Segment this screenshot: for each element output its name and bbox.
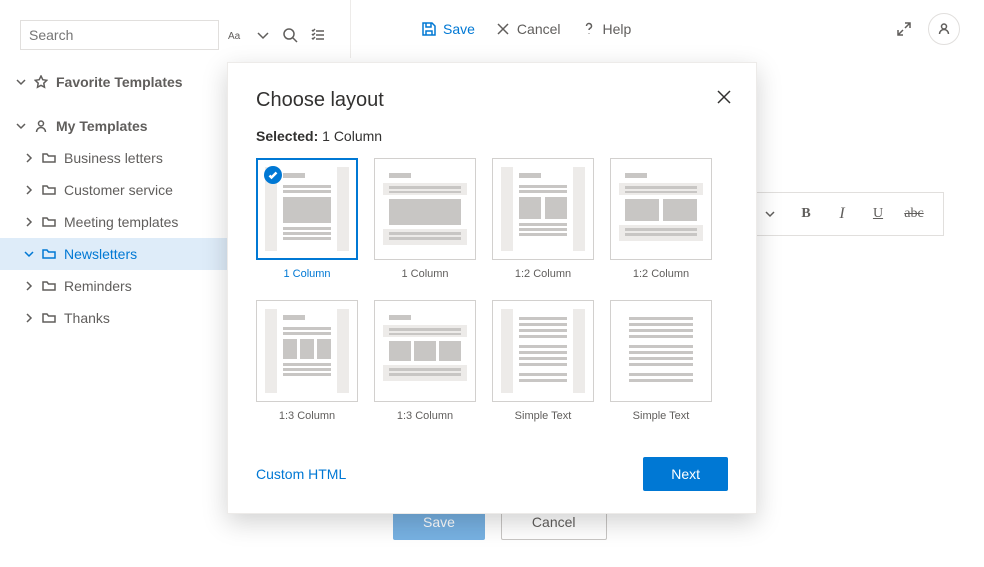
folder-icon <box>40 247 58 261</box>
chevron-right-icon <box>22 153 36 163</box>
svg-text:Aa: Aa <box>228 31 241 42</box>
chevron-down-icon <box>14 121 28 131</box>
folder-icon <box>40 215 58 229</box>
chevron-down-icon <box>22 249 36 259</box>
group-label: My Templates <box>56 118 148 134</box>
layout-label: 1 Column <box>401 268 448 280</box>
strikethrough-button[interactable]: abc <box>899 199 929 229</box>
selected-label: Selected: <box>256 128 318 144</box>
close-icon[interactable] <box>712 85 736 109</box>
star-icon <box>32 75 50 89</box>
layout-label: 1 Column <box>283 268 330 280</box>
chevron-down-icon <box>14 77 28 87</box>
expand-icon[interactable] <box>890 15 918 43</box>
modal-title: Choose layout <box>256 89 728 112</box>
person-icon <box>32 119 50 133</box>
button-label: Cancel <box>517 21 561 37</box>
tree-item-label: Thanks <box>64 310 110 326</box>
italic-button[interactable]: I <box>827 199 857 229</box>
search-input[interactable] <box>20 20 219 50</box>
selected-line: Selected: 1 Column <box>256 128 728 144</box>
layout-label: Simple Text <box>515 410 572 422</box>
chevron-right-icon <box>22 281 36 291</box>
chevron-right-icon <box>22 313 36 323</box>
folder-icon <box>40 311 58 325</box>
button-label: Save <box>443 21 475 37</box>
underline-button[interactable]: U <box>863 199 893 229</box>
font-size-icon[interactable]: Aa <box>223 21 247 49</box>
search-icon[interactable] <box>279 21 303 49</box>
tree-item-label: Customer service <box>64 182 173 198</box>
settings-list-icon[interactable] <box>306 21 330 49</box>
layout-option-1-column-a[interactable]: 1 Column <box>256 158 358 280</box>
next-button[interactable]: Next <box>643 457 728 491</box>
layout-label: 1:2 Column <box>515 268 571 280</box>
custom-html-link[interactable]: Custom HTML <box>256 466 346 482</box>
tree-item-label: Meeting templates <box>64 214 178 230</box>
account-icon[interactable] <box>928 13 960 45</box>
save-button[interactable]: Save <box>411 17 485 41</box>
layout-option-1-2-column-a[interactable]: 1:2 Column <box>492 158 594 280</box>
tree-item-label: Reminders <box>64 278 132 294</box>
layout-option-1-3-column-a[interactable]: 1:3 Column <box>256 300 358 422</box>
layout-label: Simple Text <box>633 410 690 422</box>
tree-item-label: Business letters <box>64 150 163 166</box>
layout-label: 1:3 Column <box>397 410 453 422</box>
text-color-dropdown-icon[interactable] <box>755 199 785 229</box>
layout-option-simple-text-b[interactable]: Simple Text <box>610 300 712 422</box>
button-label: Help <box>603 21 632 37</box>
layout-option-1-3-column-b[interactable]: 1:3 Column <box>374 300 476 422</box>
layout-label: 1:2 Column <box>633 268 689 280</box>
cancel-button[interactable]: Cancel <box>485 17 571 41</box>
dropdown-icon[interactable] <box>251 21 275 49</box>
folder-icon <box>40 183 58 197</box>
group-label: Favorite Templates <box>56 74 183 90</box>
folder-icon <box>40 151 58 165</box>
chevron-right-icon <box>22 217 36 227</box>
layout-label: 1:3 Column <box>279 410 335 422</box>
tree-item-label: Newsletters <box>64 246 137 262</box>
help-button[interactable]: Help <box>571 17 642 41</box>
layout-option-1-column-b[interactable]: 1 Column <box>374 158 476 280</box>
folder-icon <box>40 279 58 293</box>
layout-option-simple-text-a[interactable]: Simple Text <box>492 300 594 422</box>
choose-layout-modal: Choose layout Selected: 1 Column <box>227 62 757 514</box>
selected-value: 1 Column <box>322 128 382 144</box>
chevron-right-icon <box>22 185 36 195</box>
layout-option-1-2-column-b[interactable]: 1:2 Column <box>610 158 712 280</box>
bold-button[interactable]: B <box>791 199 821 229</box>
check-icon <box>264 166 282 184</box>
